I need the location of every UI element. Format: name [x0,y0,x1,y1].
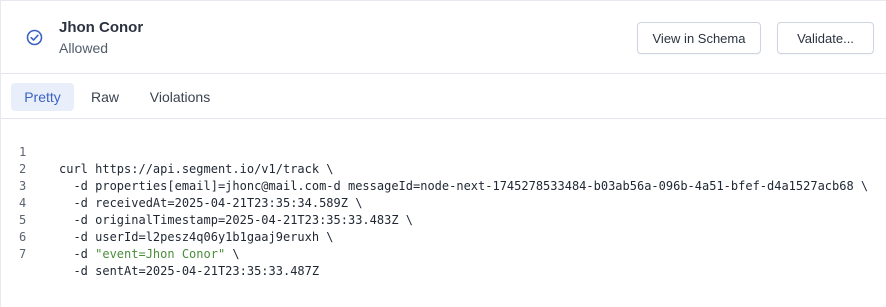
code-view: 1 curl https://api.segment.io/v1/track \… [1,127,886,278]
event-header: Jhon Conor Allowed View in Schema Valida… [1,1,886,74]
line-number: 7 [19,247,27,261]
code-string-literal: "event=Jhon Conor" [95,247,226,261]
code-line: 1 curl https://api.segment.io/v1/track \ [1,127,886,176]
tab-violations[interactable]: Violations [137,83,223,111]
code-line: 5 -d userId=l2pesz4q06y1b1gaaj9eruxh \ [1,195,886,244]
tab-pretty[interactable]: Pretty [11,83,74,111]
code-text: -d sentAt=2025-04-21T23:35:33.487Z [59,264,320,278]
tab-raw[interactable]: Raw [83,83,127,111]
validate-button[interactable]: Validate... [777,22,874,54]
code-text-suffix: \ [225,247,240,261]
event-title: Jhon Conor [59,19,144,36]
code-line: 7 -d sentAt=2025-04-21T23:35:33.487Z [1,229,886,278]
code-text-prefix: -d [59,247,96,261]
tab-bar: Pretty Raw Violations [1,74,886,119]
event-detail-panel: Jhon Conor Allowed View in Schema Valida… [0,0,886,307]
check-circle-icon [26,29,43,46]
code-line: 4 -d originalTimestamp=2025-04-21T23:35:… [1,178,886,227]
code-line: 6 -d "event=Jhon Conor" \ [1,212,886,261]
event-status: Allowed [59,40,109,56]
code-text: -d "event=Jhon Conor" \ [59,246,240,263]
code-line: 2 -d properties[email]=jhonc@mail.com-d … [1,144,886,193]
code-line: 3 -d receivedAt=2025-04-21T23:35:34.589Z… [1,161,886,210]
view-in-schema-button[interactable]: View in Schema [637,22,761,54]
